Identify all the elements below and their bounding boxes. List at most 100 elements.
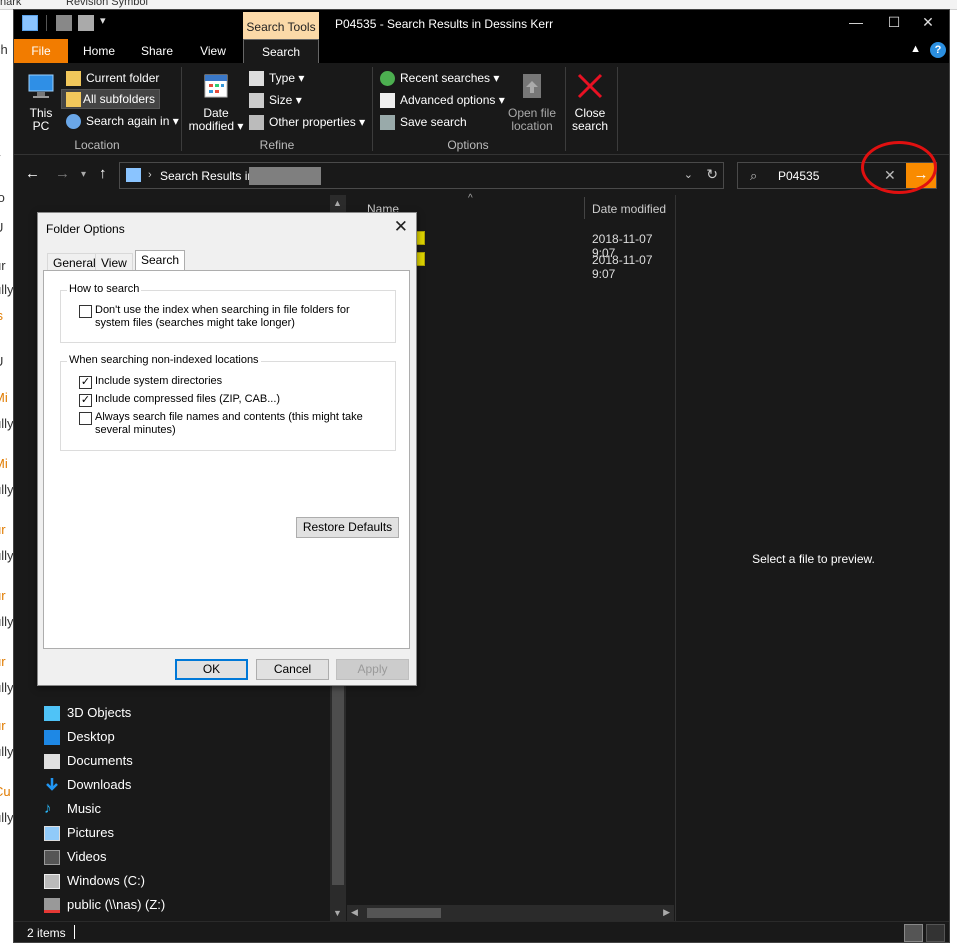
details-view-icon[interactable] [904, 924, 923, 942]
chevron-down-icon[interactable]: ⌄ [684, 168, 693, 181]
cube-icon [44, 706, 60, 721]
item-count: 2 items [27, 926, 66, 940]
background-fragment: to [0, 190, 5, 205]
scroll-left-icon[interactable]: ◀ [351, 907, 358, 918]
close-button[interactable]: ✕ [913, 14, 943, 31]
close-search-label-2: search [571, 119, 609, 133]
dont-use-index-option[interactable]: Don't use the index when searching in fi… [79, 304, 379, 330]
large-icons-view-icon[interactable] [926, 924, 945, 942]
tab-file[interactable]: File [14, 39, 68, 63]
chevron-right-icon[interactable]: › [148, 169, 152, 181]
background-fragment: ur [0, 588, 6, 603]
checkbox[interactable] [79, 305, 92, 318]
scroll-down-icon[interactable]: ▼ [333, 908, 342, 918]
restore-defaults-button[interactable]: Restore Defaults [296, 517, 399, 538]
properties-icon[interactable] [56, 15, 72, 31]
recent-searches-button[interactable]: Recent searches ▾ [380, 69, 499, 89]
forward-arrow-icon[interactable]: → [55, 165, 70, 182]
chevron-down-icon: ▾ [298, 71, 305, 85]
background-fragment: ch [0, 42, 8, 57]
scroll-right-icon[interactable]: ▶ [663, 907, 670, 918]
properties-icon [249, 115, 264, 130]
new-folder-icon[interactable] [78, 15, 94, 31]
scroll-up-icon[interactable]: ▲ [333, 198, 342, 208]
tab-home[interactable]: Home [77, 39, 121, 63]
tab-share[interactable]: Share [135, 39, 179, 63]
nav-item-windows-c[interactable]: Windows (C:) [44, 871, 145, 893]
customize-quick-access-icon[interactable]: ▾ [100, 14, 106, 27]
search-input[interactable]: P04535 [778, 169, 819, 183]
videos-icon [44, 850, 60, 865]
this-pc-button[interactable]: This PC [22, 67, 60, 133]
help-icon[interactable]: ? [930, 42, 946, 58]
nav-item-public-z[interactable]: public (\\nas) (Z:) [44, 895, 165, 917]
type-button[interactable]: Type ▾ [249, 69, 304, 89]
other-properties-button[interactable]: Other properties ▾ [249, 113, 365, 133]
size-icon [249, 93, 264, 108]
close-icon[interactable]: ✕ [394, 217, 408, 237]
nav-item-music[interactable]: ♪ Music [44, 799, 101, 821]
tab-general[interactable]: General [47, 253, 102, 271]
folder-icon[interactable] [22, 15, 38, 31]
checkbox-checked[interactable]: ✓ [79, 394, 92, 407]
background-fragment: Mi [0, 456, 8, 471]
search-again-in-button[interactable]: Search again in ▾ [66, 112, 179, 132]
nav-item-videos[interactable]: Videos [44, 847, 107, 869]
ribbon-tabs: File Home Share View Search ▲ ? [14, 39, 949, 63]
nav-item-desktop[interactable]: Desktop [44, 727, 115, 749]
breadcrumb[interactable]: Search Results in [160, 169, 254, 183]
tab-view[interactable]: View [95, 253, 133, 271]
recent-locations-chevron-icon[interactable]: ▾ [81, 169, 86, 180]
address-bar[interactable]: › Search Results in ⌄ ↻ [119, 162, 724, 189]
status-bar: 2 items [14, 921, 949, 942]
other-properties-label: Other properties [269, 115, 356, 129]
group-label-options: Options [447, 138, 489, 152]
advanced-options-button[interactable]: Advanced options ▾ [380, 91, 505, 111]
all-subfolders-button[interactable]: All subfolders [61, 89, 161, 109]
date-modified-button[interactable]: Date modified ▾ [188, 67, 244, 133]
minimize-button[interactable]: — [841, 14, 871, 30]
chevron-up-icon[interactable]: ▲ [910, 43, 921, 55]
music-note-icon: ♪ [44, 800, 52, 817]
always-search-contents-option[interactable]: Always search file names and contents (t… [79, 411, 379, 437]
subfolders-icon [66, 92, 81, 107]
background-app-panel: ch v to U ur ully 's U Mi ully Mi ully u… [0, 10, 14, 870]
size-button[interactable]: Size ▾ [249, 91, 302, 111]
nav-item-pictures[interactable]: Pictures [44, 823, 114, 845]
cancel-button[interactable]: Cancel [256, 659, 329, 680]
column-header-date-modified[interactable]: Date modified [592, 202, 666, 216]
refresh-icon[interactable]: ↻ [706, 166, 718, 183]
checkbox-label: Include compressed files (ZIP, CAB...) [95, 393, 281, 405]
nav-item-3d-objects[interactable]: 3D Objects [44, 703, 131, 725]
apply-button[interactable]: Apply [336, 659, 409, 680]
include-system-directories-option[interactable]: ✓ Include system directories [79, 375, 379, 389]
back-arrow-icon[interactable]: ← [25, 165, 40, 182]
save-icon [380, 115, 395, 130]
background-fragment: U [0, 354, 3, 369]
ok-button[interactable]: OK [175, 659, 248, 680]
tab-search[interactable]: Search [243, 39, 319, 63]
current-folder-button[interactable]: Current folder [66, 69, 159, 89]
close-search-button[interactable]: Close search [570, 67, 610, 133]
checkbox-checked[interactable]: ✓ [79, 376, 92, 389]
search-folder-icon [66, 114, 81, 129]
checkbox-label: Include system directories [95, 375, 223, 387]
file-list-horizontal-scrollbar[interactable]: ◀ ▶ [347, 905, 674, 921]
file-date[interactable]: 2018-11-07 9:07 [592, 253, 674, 281]
up-arrow-icon[interactable]: ↑ [99, 165, 107, 182]
title-bar: ▾ Search Tools P04535 - Search Results i… [14, 10, 949, 39]
nav-item-documents[interactable]: Documents [44, 751, 133, 773]
save-search-button[interactable]: Save search [380, 113, 467, 133]
maximize-button[interactable]: ☐ [879, 14, 909, 31]
nav-item-downloads[interactable]: Downloads [44, 775, 131, 797]
folder-options-dialog: Folder Options ✕ General View Search How… [37, 212, 417, 686]
open-file-location-button[interactable]: Open file location [504, 67, 560, 133]
checkbox[interactable] [79, 412, 92, 425]
include-compressed-files-option[interactable]: ✓ Include compressed files (ZIP, CAB...) [79, 393, 379, 407]
search-results-icon [126, 168, 141, 182]
tab-view[interactable]: View [193, 39, 233, 63]
column-divider[interactable] [584, 197, 585, 219]
background-fragment: ur [0, 522, 6, 537]
scrollbar-thumb[interactable] [367, 908, 441, 918]
tab-search[interactable]: Search [135, 250, 186, 271]
